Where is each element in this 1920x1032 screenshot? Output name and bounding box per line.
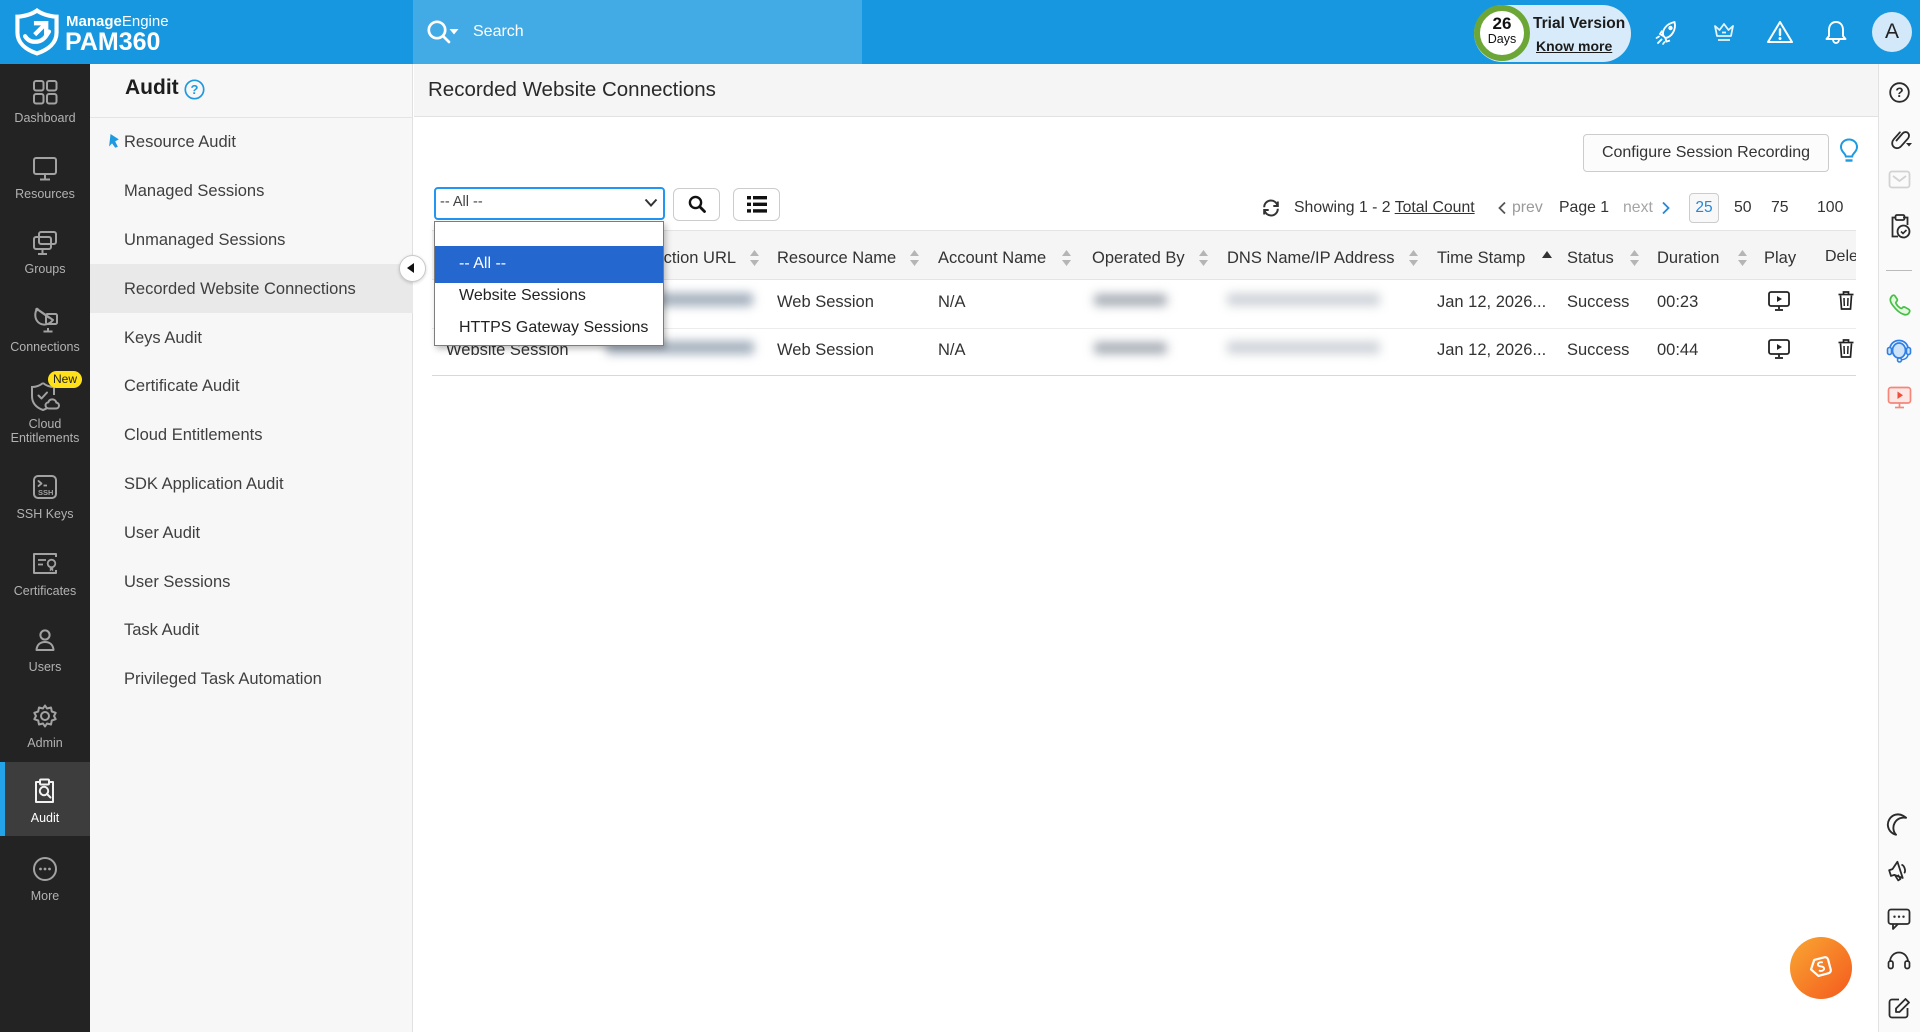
svg-text:SSH: SSH [38,488,53,497]
